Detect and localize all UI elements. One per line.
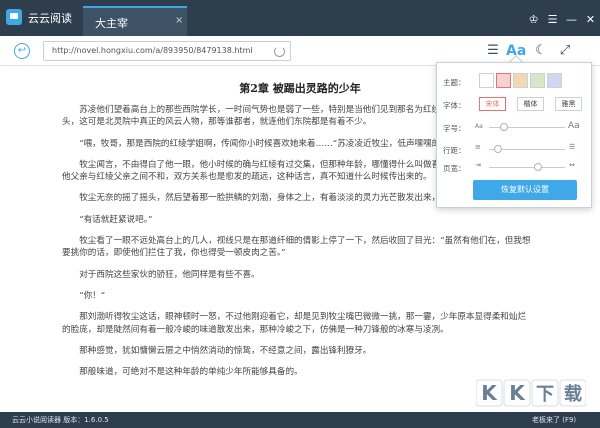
back-icon[interactable]: ↩ [14, 43, 30, 59]
reload-icon[interactable] [274, 46, 285, 57]
size-label: 字号： [443, 124, 466, 133]
app-title: 云云阅读 [28, 12, 72, 25]
page-width-knob[interactable] [534, 163, 543, 171]
window-controls: ♔ ☰ — ✕ [526, 12, 598, 27]
tab-close-icon[interactable]: × [175, 15, 183, 26]
theme-swatch-3[interactable] [530, 73, 545, 88]
font-settings-popup: 主题： 字体： 宋体 楷体 雅黑 字号： Aa Aa 行距： ≡ ☰ 页宽： ⇥… [436, 62, 592, 208]
page-narrow-icon: ⇥ [475, 161, 481, 169]
font-option-kaiti[interactable]: 楷体 [517, 97, 544, 111]
paragraph: “有话就赶紧说吧。” [79, 214, 153, 225]
paragraph: 那刘渤听得牧尘这话，眼神顿时一怒，不过他刚迎着它，却是见到牧尘嘴巴微微一挑，那一… [62, 312, 527, 335]
font-option-songti[interactable]: 宋体 [479, 97, 506, 111]
theme-swatch-1[interactable] [496, 73, 511, 88]
tab-label: 大主宰 [95, 17, 128, 30]
svg-text:下: 下 [536, 384, 554, 405]
line-spacing-knob[interactable] [494, 145, 503, 153]
paragraph: 牧尘看了一眼不远处高台上的几人，视线只是在那道纤细的倩影上停了一下，然后收回了目… [62, 236, 531, 259]
skin-icon[interactable]: ♔ [526, 12, 541, 27]
watermark-logo: K K 下 载 [476, 379, 586, 407]
minimize-icon[interactable]: — [564, 12, 579, 27]
fullscreen-icon[interactable]: ⤢ [556, 42, 574, 60]
font-option-yahei[interactable]: 雅黑 [555, 97, 582, 111]
line-tight-icon: ≡ [475, 143, 481, 151]
night-mode-icon[interactable]: ☾ [532, 42, 550, 60]
svg-text:载: 载 [564, 383, 582, 405]
app-logo-icon [6, 9, 22, 25]
chapter-list-icon[interactable]: ☰ [484, 42, 502, 60]
menu-icon[interactable]: ☰ [545, 12, 560, 27]
page-width-label: 页宽： [443, 164, 466, 173]
paragraph: “你！” [79, 290, 106, 301]
url-bar[interactable]: http://novel.hongxiu.com/a/893950/847913… [43, 41, 291, 61]
theme-swatch-2[interactable] [513, 73, 528, 88]
tab-book[interactable]: 大主宰 × [83, 6, 187, 36]
status-bar: 云云小说阅读器 版本：1.6.0.5 老板来了 (F9) [0, 412, 600, 428]
theme-swatch-4[interactable] [547, 73, 562, 88]
line-spacing-label: 行距： [443, 146, 466, 155]
theme-swatch-0[interactable] [479, 73, 494, 88]
size-large-icon: Aa [568, 121, 580, 131]
url-text[interactable]: http://novel.hongxiu.com/a/893950/847913… [52, 46, 253, 55]
svg-text:K: K [509, 381, 526, 405]
boss-key-button[interactable]: 老板来了 (F9) [532, 415, 576, 425]
size-slider-knob[interactable] [500, 123, 509, 131]
page-width-slider[interactable] [489, 167, 565, 168]
paragraph: 那般味道，可绝对不是这种年龄的单纯少年所能够具备的。 [79, 367, 303, 378]
line-loose-icon: ☰ [569, 143, 576, 151]
paragraph: 对于西院这些家伙的骄狂，他同样是有些不喜。 [79, 269, 260, 280]
font-label: 字体： [443, 101, 466, 110]
size-small-icon: Aa [475, 123, 483, 130]
page-wide-icon: ⇔ [569, 161, 575, 169]
title-bar: 云云阅读 大主宰 × ♔ ☰ — ✕ [0, 0, 600, 36]
close-icon[interactable]: ✕ [583, 12, 598, 27]
svg-text:K: K [481, 381, 498, 405]
reset-defaults-button[interactable]: 恢复默认设置 [473, 180, 577, 200]
version-text: 云云小说阅读器 版本：1.6.0.5 [12, 416, 109, 424]
theme-label: 主题： [443, 78, 466, 87]
paragraph: 那种感觉，犹如慵懒云层之中悄然淌动的惊鸷，不经意之间，露出锋利獠牙。 [79, 345, 372, 356]
